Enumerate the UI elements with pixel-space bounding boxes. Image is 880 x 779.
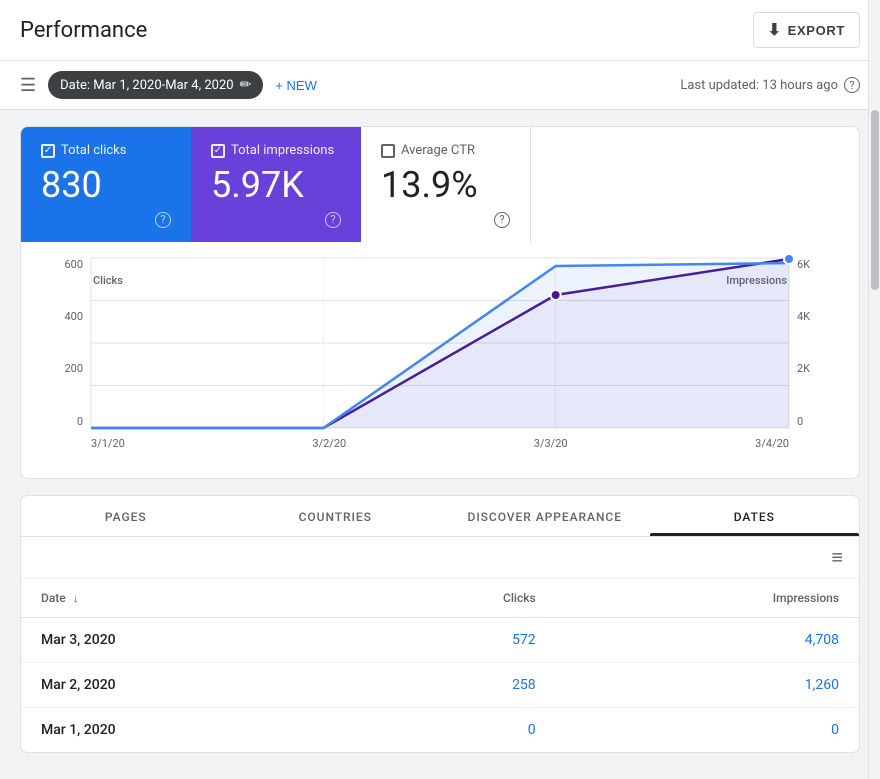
average-ctr-header: Average CTR	[381, 143, 510, 158]
total-impressions-tile: Total impressions 5.97K ?	[191, 127, 361, 242]
average-ctr-checkbox[interactable]	[381, 144, 395, 158]
row-2-date: Mar 2, 2020	[21, 662, 348, 707]
table-body: Mar 3, 2020 572 4,708 Mar 2, 2020 258 1,…	[21, 617, 859, 752]
average-ctr-tile: Average CTR 13.9% ?	[361, 127, 531, 242]
sort-arrow-icon: ↓	[73, 591, 79, 605]
total-clicks-checkbox[interactable]	[41, 144, 55, 158]
toolbar-left: ☰ Date: Mar 1, 2020-Mar 4, 2020 ✏ + NEW	[20, 71, 317, 99]
total-impressions-label: Total impressions	[231, 143, 334, 158]
y-right-4k: 4K	[797, 310, 810, 323]
chart-y-right-axis: 6K 4K 2K 0	[789, 258, 839, 428]
total-clicks-header: Total clicks	[41, 143, 171, 158]
new-label: + NEW	[275, 78, 317, 93]
chart-x-labels: 3/1/20 3/2/20 3/3/20 3/4/20	[91, 430, 789, 458]
chart-inner	[91, 258, 789, 428]
row-3-impressions: 0	[556, 707, 859, 752]
x-label-3: 3/3/20	[534, 437, 568, 450]
y-right-0: 0	[797, 415, 803, 428]
main-content: Total clicks 830 ? Total impressions 5.9…	[0, 110, 880, 769]
tab-countries[interactable]: COUNTRIES	[231, 496, 441, 536]
export-button[interactable]: ⬇ EXPORT	[753, 12, 860, 48]
export-label: EXPORT	[788, 23, 845, 38]
last-updated-text: Last updated: 13 hours ago	[680, 78, 838, 93]
header: Performance ⬇ EXPORT	[0, 0, 880, 61]
scrollbar[interactable]	[868, 0, 880, 779]
impressions-help-icon[interactable]: ?	[325, 212, 341, 228]
col-clicks: Clicks	[348, 579, 555, 618]
average-ctr-label: Average CTR	[401, 143, 475, 158]
average-ctr-value: 13.9%	[381, 166, 510, 206]
y-right-2k: 2K	[797, 362, 810, 375]
row-2-impressions: 1,260	[556, 662, 859, 707]
x-label-1: 3/1/20	[91, 437, 125, 450]
metric-tiles: Total clicks 830 ? Total impressions 5.9…	[21, 127, 859, 242]
tab-discover-appearance[interactable]: DISCOVER APPEARANCE	[440, 496, 650, 536]
row-1-impressions: 4,708	[556, 617, 859, 662]
tabs-row: PAGES COUNTRIES DISCOVER APPEARANCE DATE…	[21, 496, 859, 537]
help-icon[interactable]: ?	[844, 77, 860, 93]
row-2-clicks: 258	[348, 662, 555, 707]
chart-area: Clicks Impressions 600 400 200 0 6K 4K 2…	[21, 242, 859, 478]
row-3-clicks: 0	[348, 707, 555, 752]
y-left-0: 0	[77, 415, 83, 428]
col-impressions: Impressions	[556, 579, 859, 618]
stats-card: Total clicks 830 ? Total impressions 5.9…	[20, 126, 860, 479]
chart-y-left-axis: 600 400 200 0	[41, 258, 91, 428]
chart-container: Clicks Impressions 600 400 200 0 6K 4K 2…	[41, 258, 839, 458]
row-1-clicks: 572	[348, 617, 555, 662]
x-label-4: 3/4/20	[755, 437, 789, 450]
row-1-date: Mar 3, 2020	[21, 617, 348, 662]
chart-svg	[91, 258, 789, 428]
y-right-6k: 6K	[797, 258, 810, 271]
col-date: Date ↓	[21, 579, 348, 618]
total-clicks-value: 830	[41, 166, 171, 206]
clicks-help-icon[interactable]: ?	[155, 212, 171, 228]
toolbar-right: Last updated: 13 hours ago ?	[680, 77, 860, 93]
total-impressions-checkbox[interactable]	[211, 144, 225, 158]
tab-filter-row: ≡	[21, 537, 859, 579]
tabs-card: PAGES COUNTRIES DISCOVER APPEARANCE DATE…	[20, 495, 860, 753]
filter-icon[interactable]: ☰	[20, 75, 36, 96]
row-3-date: Mar 1, 2020	[21, 707, 348, 752]
sort-filter-icon[interactable]: ≡	[831, 545, 843, 570]
tab-pages[interactable]: PAGES	[21, 496, 231, 536]
table-row: Mar 3, 2020 572 4,708	[21, 617, 859, 662]
y-left-400: 400	[64, 310, 83, 323]
table-row: Mar 2, 2020 258 1,260	[21, 662, 859, 707]
x-label-2: 3/2/20	[312, 437, 346, 450]
total-clicks-tile: Total clicks 830 ?	[21, 127, 191, 242]
toolbar: ☰ Date: Mar 1, 2020-Mar 4, 2020 ✏ + NEW …	[0, 61, 880, 110]
ctr-help-icon[interactable]: ?	[494, 212, 510, 228]
edit-icon: ✏	[240, 77, 252, 93]
scrollbar-thumb[interactable]	[871, 110, 879, 290]
download-icon: ⬇	[768, 20, 782, 40]
total-impressions-value: 5.97K	[211, 166, 341, 206]
new-button[interactable]: + NEW	[275, 78, 317, 93]
page-title: Performance	[20, 18, 147, 43]
y-left-600: 600	[64, 258, 83, 271]
table-row: Mar 1, 2020 0 0	[21, 707, 859, 752]
date-filter-chip[interactable]: Date: Mar 1, 2020-Mar 4, 2020 ✏	[48, 71, 263, 99]
y-left-200: 200	[64, 362, 83, 375]
data-table: Date ↓ Clicks Impressions Mar 3, 2020 57…	[21, 579, 859, 752]
date-filter-label: Date: Mar 1, 2020-Mar 4, 2020	[60, 78, 233, 93]
tab-dates[interactable]: DATES	[650, 496, 860, 536]
table-header-row: Date ↓ Clicks Impressions	[21, 579, 859, 618]
total-impressions-header: Total impressions	[211, 143, 341, 158]
total-clicks-label: Total clicks	[61, 143, 126, 158]
empty-tile	[531, 127, 859, 242]
